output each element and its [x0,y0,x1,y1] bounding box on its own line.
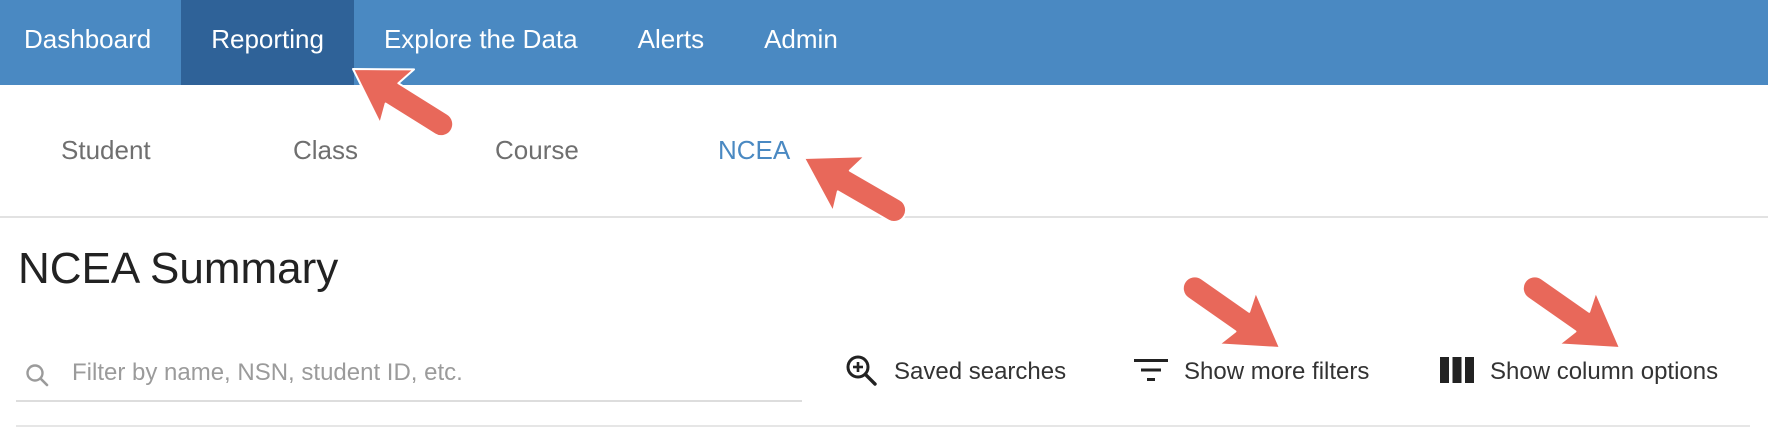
show-more-filters-label: Show more filters [1184,358,1370,385]
search-field [16,350,802,402]
sub-nav: Student Class Course NCEA [0,85,1768,218]
saved-searches-button[interactable]: Saved searches [844,352,1066,392]
annotation-arrow-icon [1521,275,1621,349]
nav-item-alerts[interactable]: Alerts [608,0,734,85]
nav-item-dashboard[interactable]: Dashboard [0,0,181,85]
search-icon [24,362,50,393]
zoom-in-icon [844,353,878,392]
saved-searches-label: Saved searches [894,358,1067,385]
nav-item-reporting[interactable]: Reporting [181,0,354,85]
show-column-options-button[interactable]: Show column options [1440,352,1718,392]
tab-course[interactable]: Course [495,135,579,166]
show-more-filters-button[interactable]: Show more filters [1134,352,1369,392]
tab-student[interactable]: Student [61,135,151,166]
divider [16,425,1750,427]
top-nav: Dashboard Reporting Explore the Data Ale… [0,0,1768,85]
nav-item-explore-the-data[interactable]: Explore the Data [354,0,608,85]
show-column-options-label: Show column options [1490,358,1719,385]
filter-icon [1134,356,1168,389]
columns-icon [1440,356,1474,388]
nav-item-admin[interactable]: Admin [734,0,868,85]
tab-class[interactable]: Class [293,135,358,166]
annotation-arrow-icon [1181,275,1281,349]
search-input[interactable] [70,354,774,392]
tab-ncea[interactable]: NCEA [718,135,790,166]
page-title: NCEA Summary [18,244,339,293]
